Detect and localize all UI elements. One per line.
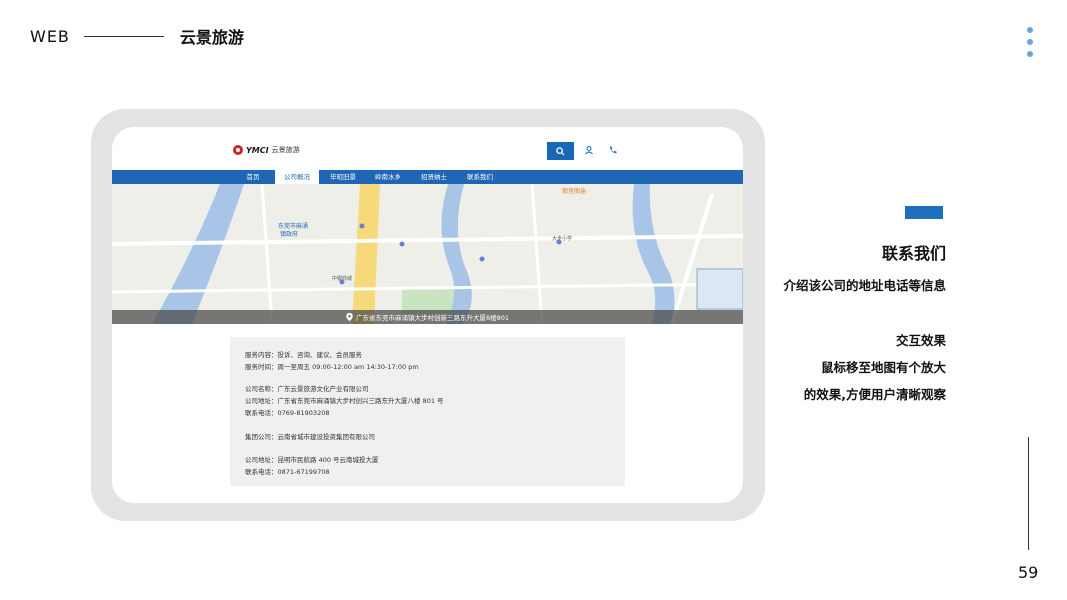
search-button[interactable] — [547, 142, 574, 160]
website-screen: YMCI 云景旅游 首页 公司概况 毕昭旧景 岭南水乡 招贤纳士 联系我们 观音… — [112, 127, 743, 503]
info-group-address: 公司地址：昆明市民航路 400 号云南城投大厦 — [245, 456, 379, 464]
info-service-time: 服务时间：周一至周五 09:00-12:00 am 14:30-17:00 pm — [245, 363, 419, 371]
phone-icon[interactable] — [608, 145, 618, 155]
map-graphic: 观音阁庙 东莞市麻涌 镇政府 中银商城 大步小学 — [112, 184, 743, 324]
nav-item-scenery[interactable]: 毕昭旧景 — [324, 170, 362, 184]
site-logo[interactable]: YMCI 云景旅游 — [233, 145, 300, 155]
accent-bar — [905, 206, 943, 219]
interaction-desc-1: 鼠标移至地图有个放大 — [820, 360, 946, 375]
nav-item-company[interactable]: 公司概况 — [275, 170, 319, 184]
nav-item-contact[interactable]: 联系我们 — [461, 170, 499, 184]
site-nav: 首页 公司概况 毕昭旧景 岭南水乡 招贤纳士 联系我们 — [112, 170, 743, 184]
logo-mark-icon — [233, 145, 243, 155]
info-company-address: 公司地址：广东省东莞市麻涌镇大步村创兴三路东升大厦八楼 801 号 — [245, 397, 444, 405]
section-subtitle: 介绍该公司的地址电话等信息 — [783, 278, 946, 293]
map-address-text: 广东省东莞市麻涌镇大步村创新三路东升大厦8楼801 — [355, 314, 510, 322]
top-header: WEB 云景旅游 — [30, 24, 244, 48]
map-address-bar: 广东省东莞市麻涌镇大步村创新三路东升大厦8楼801 — [112, 310, 743, 324]
interaction-heading: 交互效果 — [895, 333, 946, 348]
info-group-phone: 联系电话：0871-67199708 — [245, 468, 330, 476]
nav-item-watertown[interactable]: 岭南水乡 — [369, 170, 407, 184]
svg-text:观音阁庙: 观音阁庙 — [562, 187, 586, 195]
search-icon — [556, 146, 565, 156]
info-company-name: 公司名称：广东云景旅游文化产业有限公司 — [245, 385, 369, 393]
svg-text:中银商城: 中银商城 — [332, 275, 352, 282]
page-number: 59 — [1018, 563, 1039, 582]
svg-text:镇政府: 镇政府 — [280, 230, 298, 238]
web-label: WEB — [30, 26, 70, 46]
location-pin-icon — [346, 313, 353, 321]
interaction-desc-2: 的效果,方便用户清晰观察 — [803, 387, 946, 402]
logo-cn: 云景旅游 — [271, 146, 300, 154]
more-dots-icon[interactable] — [1027, 27, 1033, 57]
info-group-company: 集团公司：云南省城市建设投资集团有限公司 — [245, 433, 375, 441]
info-service-content: 服务内容：投诉、咨询、建议、会员服务 — [245, 351, 362, 359]
nav-item-home[interactable]: 首页 — [240, 170, 266, 184]
header-rule — [83, 35, 164, 37]
nav-item-jobs[interactable]: 招贤纳士 — [415, 170, 453, 184]
site-header: YMCI 云景旅游 — [112, 127, 743, 170]
info-company-phone: 联系电话：0769-81903208 — [245, 409, 330, 417]
section-title: 联系我们 — [881, 244, 946, 263]
brand-title: 云景旅游 — [179, 28, 244, 47]
svg-text:大步小学: 大步小学 — [552, 235, 572, 242]
user-icon[interactable] — [584, 145, 594, 155]
location-map[interactable]: 观音阁庙 东莞市麻涌 镇政府 中银商城 大步小学 广东省东莞市麻涌镇大步村创新三… — [112, 184, 743, 324]
contact-info-box: 服务内容：投诉、咨询、建议、会员服务 服务时间：周一至周五 09:00-12:0… — [230, 337, 625, 486]
logo-text: YMCI — [246, 145, 269, 155]
tablet-frame: YMCI 云景旅游 首页 公司概况 毕昭旧景 岭南水乡 招贤纳士 联系我们 观音… — [91, 109, 765, 521]
svg-text:东莞市麻涌: 东莞市麻涌 — [278, 222, 308, 230]
vertical-divider — [1028, 437, 1029, 550]
